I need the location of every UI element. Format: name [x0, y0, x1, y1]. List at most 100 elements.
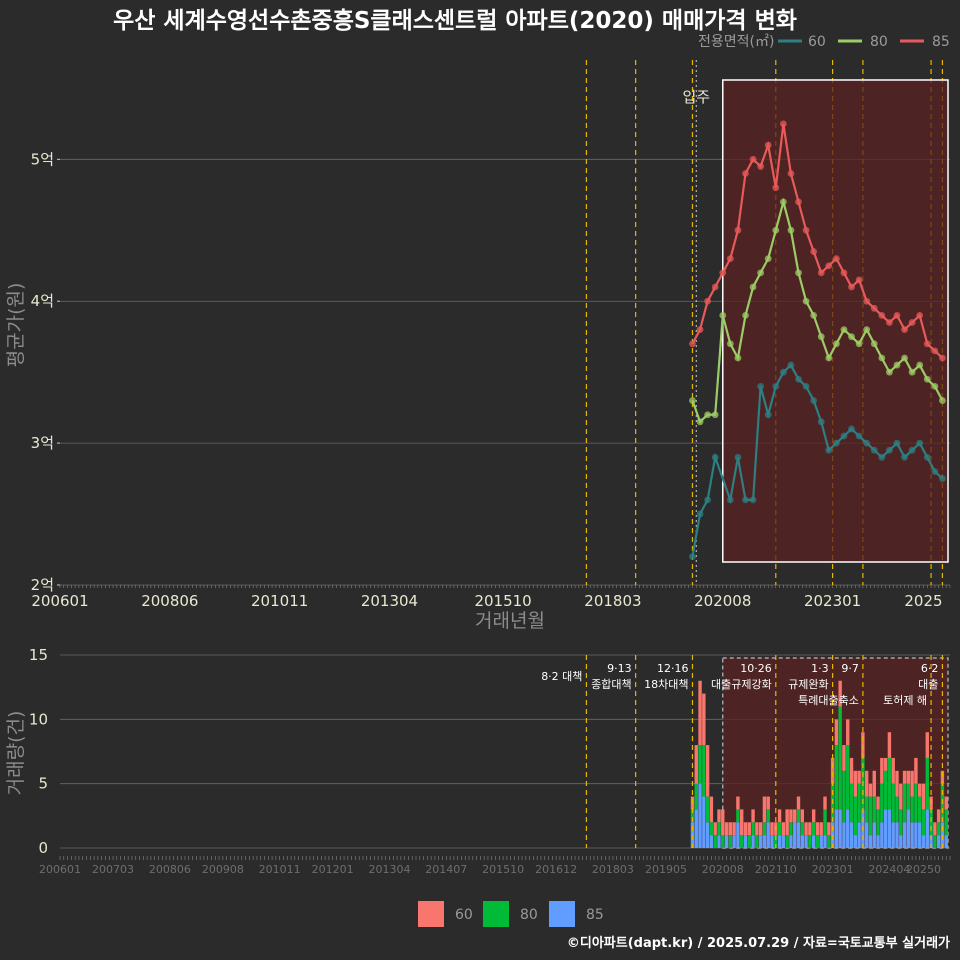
- price-point-80: [901, 354, 908, 362]
- volume-bar-85: [876, 835, 880, 848]
- price-point-60: [855, 432, 863, 440]
- price-point-85: [908, 319, 916, 326]
- volume-bar-80: [694, 783, 698, 810]
- volume-bar-60: [883, 757, 888, 771]
- price-y-tick-label: 3억: [31, 434, 54, 452]
- price-point-80: [696, 418, 704, 426]
- volume-bar-85: [694, 809, 698, 848]
- price-point-80: [908, 368, 916, 376]
- volume-bar-80: [925, 757, 929, 810]
- volume-bar-60: [868, 783, 873, 797]
- policy-text-label: 대출규제강화: [711, 678, 772, 691]
- price-point-85: [832, 255, 840, 263]
- volume-bar-80: [834, 745, 839, 810]
- volume-bar-80: [933, 835, 937, 848]
- volume-bar-85: [872, 822, 876, 848]
- price-point-85: [886, 319, 893, 326]
- volume-y-tick-label: 10: [29, 710, 48, 728]
- volume-bar-80: [902, 783, 907, 823]
- volume-x-tick-label: 202110: [755, 863, 797, 876]
- volume-bar-60: [834, 719, 839, 746]
- volume-bar-80: [823, 809, 827, 836]
- volume-bar-60: [777, 809, 782, 823]
- price-point-80: [848, 333, 855, 341]
- price-point-80: [832, 340, 840, 348]
- volume-bar-80: [876, 809, 880, 836]
- volume-x-tick-label: 20250: [906, 863, 941, 876]
- price-point-85: [939, 354, 946, 362]
- volume-bar-85: [849, 822, 854, 848]
- volume-bar-85: [766, 822, 770, 848]
- volume-x-tick-label: 201407: [425, 863, 467, 876]
- price-point-85: [711, 283, 719, 291]
- volume-bar-85: [899, 835, 903, 848]
- volume-bar-85: [796, 822, 801, 848]
- price-point-85: [742, 170, 749, 177]
- price-point-85: [726, 255, 734, 263]
- price-point-60: [901, 453, 908, 461]
- price-point-85: [901, 326, 908, 333]
- volume-bar-85: [925, 809, 929, 848]
- volume-bar-60: [846, 719, 850, 746]
- price-point-60: [726, 496, 734, 504]
- volume-bar-60: [789, 809, 793, 823]
- price-point-60: [817, 418, 825, 426]
- volume-y-tick-label: 0: [38, 839, 48, 857]
- volume-x-tick-label: 200601: [39, 863, 81, 876]
- volume-bar-60: [819, 822, 823, 836]
- volume-y-tick-label: 5: [38, 775, 48, 793]
- price-point-60: [931, 468, 939, 475]
- volume-bar-60: [914, 757, 918, 784]
- price-point-80: [689, 397, 696, 404]
- volume-bar-60: [936, 809, 941, 823]
- price-point-60: [870, 446, 878, 454]
- volume-bar-60: [910, 770, 914, 797]
- volume-bar-60: [698, 680, 702, 746]
- volume-bar-60: [751, 809, 755, 823]
- legend-label-60: 60: [808, 34, 826, 50]
- volume-bar-80: [800, 822, 805, 836]
- volume-bar-80: [910, 796, 914, 823]
- price-point-80: [726, 340, 734, 348]
- policy-text-label: 대출: [918, 678, 938, 691]
- price-point-60: [878, 453, 886, 461]
- volume-x-tick-label: 201304: [368, 863, 410, 876]
- volume-bar-85: [906, 809, 911, 848]
- volume-bar-80: [944, 809, 948, 836]
- price-point-80: [711, 411, 719, 419]
- volume-bar-60: [857, 770, 861, 784]
- price-point-80: [931, 382, 939, 390]
- price-point-60: [704, 496, 712, 504]
- volume-bar-60: [933, 822, 937, 836]
- volume-bar-80: [808, 835, 812, 848]
- volume-bar-60: [815, 822, 820, 836]
- volume-bar-80: [721, 835, 725, 848]
- price-point-60: [734, 453, 742, 461]
- policy-date-label: 6·2: [921, 662, 939, 675]
- volume-x-tick-label: 200703: [92, 863, 134, 876]
- volume-bar-80: [796, 809, 801, 823]
- volume-x-tick-label: 201201: [312, 863, 354, 876]
- volume-bar-85: [705, 822, 710, 848]
- volume-bar-60: [887, 732, 892, 758]
- volume-bar-60: [800, 809, 805, 823]
- volume-bar-60: [724, 822, 729, 836]
- price-point-80: [863, 326, 871, 333]
- volume-bar-60: [925, 732, 929, 758]
- volume-bar-80: [717, 822, 721, 836]
- policy-text-label: 특례대출축소: [798, 694, 859, 707]
- page-title: 우산 세계수영선수촌중흥S클래스센트럴 아파트(2020) 매매가격 변화: [113, 8, 797, 34]
- volume-bar-80: [751, 822, 755, 836]
- volume-bar-85: [793, 822, 797, 848]
- volume-bar-60: [811, 809, 816, 823]
- volume-bar-85: [887, 809, 892, 848]
- policy-date-label: 12·16: [657, 662, 689, 675]
- volume-bar-60: [906, 770, 911, 784]
- volume-bar-80: [868, 796, 873, 836]
- volume-bar-80: [709, 822, 714, 836]
- volume-x-tick-label: 201011: [259, 863, 301, 876]
- price-x-tick-label: 200806: [141, 592, 198, 610]
- price-point-85: [893, 312, 901, 319]
- policy-text-label: 종합대책: [591, 678, 631, 691]
- volume-bar-85: [944, 835, 948, 848]
